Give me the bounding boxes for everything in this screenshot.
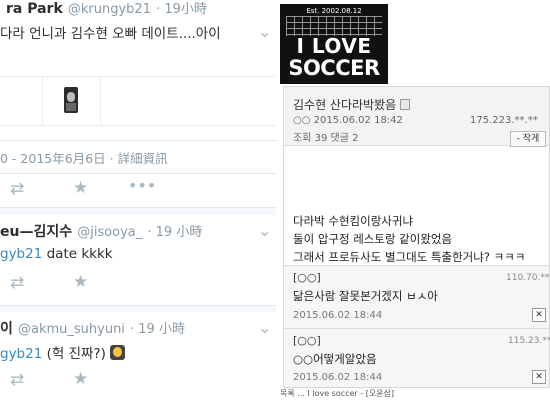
delete-comment-button[interactable]: ✕ xyxy=(532,370,546,384)
post-author[interactable]: ○○ xyxy=(293,115,310,126)
views-label: 조회 xyxy=(293,133,312,144)
comment: [○○] 110.70.**.** 닮은사람 잘못본거겠지 ㅂㅅ아 2015.0… xyxy=(284,265,550,328)
post-title[interactable]: 김수현 산다라박봤음 xyxy=(293,96,411,113)
favorite-star-icon[interactable]: ★ xyxy=(73,369,88,389)
logo-est-date: Est. 2002.08.12 xyxy=(306,7,362,15)
reply-tweet-1[interactable]: eu—김지수 @jisooya_ · 19 小時 ⌄ gyb21 date kk… xyxy=(0,215,276,305)
post-body-line: 둘이 압구정 레스토랑 같이왔었음 xyxy=(293,232,453,246)
post-datetime: 2015.06.02 18:42 xyxy=(313,115,403,126)
comment-text: ○○어떻게알았음 xyxy=(293,352,377,366)
i-love-soccer-logo[interactable]: Est. 2002.08.12 I LOVE SOCCER xyxy=(280,4,388,84)
shocked-emoji-icon xyxy=(110,345,126,360)
reply-time[interactable]: · 19 小時 xyxy=(130,322,185,337)
post-stats: 조회 39 댓글 2 xyxy=(293,129,358,144)
reply-text: gyb21 (헉 진짜?) xyxy=(0,342,126,362)
media-strip xyxy=(0,76,276,126)
post-title-text[interactable]: 김수현 산다라박봤음 xyxy=(293,98,396,112)
chevron-down-icon[interactable]: ⌄ xyxy=(258,318,271,337)
post-body-line: 그래서 프로듀사도 별그대도 특출한거냐? ㅋㅋㅋ xyxy=(293,250,526,264)
comment-text: 닮은사람 잘못본거겠지 ㅂㅅ아 xyxy=(293,289,438,303)
comments-label: 댓글 xyxy=(330,133,349,144)
comment-date: 2015.06.02 18:44 xyxy=(293,372,383,383)
image-attachment-icon xyxy=(400,99,411,110)
details-link[interactable]: · 詳細資訊 xyxy=(110,151,168,166)
post-meta: ○○ 2015.06.02 18:42 xyxy=(293,115,403,126)
more-icon[interactable]: ••• xyxy=(128,176,156,195)
reply-author-handle[interactable]: @jisooya_ xyxy=(77,225,142,240)
forum-panel: Est. 2002.08.12 I LOVE SOCCER 김수현 산다라박봤음… xyxy=(276,0,550,412)
retweet-icon[interactable]: ⇄ xyxy=(10,273,24,293)
tweet-author-handle[interactable]: @krungyb21 xyxy=(68,2,151,17)
small-view-button[interactable]: - 작게 xyxy=(510,131,546,147)
delete-comment-button[interactable]: ✕ xyxy=(532,308,546,322)
tweet-date: 0 - 2015年6月6日 xyxy=(0,151,106,166)
comment-ip: 115.23.**.** xyxy=(508,336,550,346)
reply-author-handle[interactable]: @akmu_suhyuni xyxy=(18,322,125,337)
reply-author-name[interactable]: 이 xyxy=(0,321,13,337)
chevron-down-icon[interactable]: ⌄ xyxy=(258,22,271,41)
comment-date: 2015.06.02 18:44 xyxy=(293,310,383,321)
views-count: 39 xyxy=(314,133,328,144)
logo-line-2: SOCCER xyxy=(288,56,380,80)
tweet-date-row: 0 - 2015年6月6日 · 詳細資訊 xyxy=(0,141,276,173)
tweet-actions: ⇄ ★ ••• xyxy=(0,174,276,207)
favorite-star-icon[interactable]: ★ xyxy=(73,272,88,292)
post-ip: 175.223.**.** xyxy=(470,115,538,126)
chevron-down-icon[interactable]: ⌄ xyxy=(258,221,271,240)
comment-ip: 110.70.**.** xyxy=(506,273,550,283)
post-header: 김수현 산다라박봤음 ○○ 2015.06.02 18:42 175.223.*… xyxy=(284,87,549,147)
reply-time[interactable]: · 19 小時 xyxy=(147,225,202,240)
forum-post: 김수현 산다라박봤음 ○○ 2015.06.02 18:42 175.223.*… xyxy=(283,86,550,388)
reply-text: gyb21 date kkkk xyxy=(0,246,113,262)
mention-link[interactable]: gyb21 xyxy=(0,246,42,262)
reply-body: date kkkk xyxy=(42,246,113,262)
retweet-icon[interactable]: ⇄ xyxy=(10,370,24,390)
favorite-star-icon[interactable]: ★ xyxy=(73,178,88,198)
tweet-time[interactable]: · 19小時 xyxy=(156,2,207,17)
media-thumbnail[interactable] xyxy=(64,87,78,113)
mention-link[interactable]: gyb21 xyxy=(0,346,42,362)
comment: [○○] 115.23.**.** ○○어떻게알았음 2015.06.02 18… xyxy=(284,328,550,387)
twitter-panel: ra Park @krungyb21 · 19小時 다라 언니과 김수현 오빠 … xyxy=(0,0,276,412)
retweet-icon[interactable]: ⇄ xyxy=(10,179,24,199)
tweet-main[interactable]: ra Park @krungyb21 · 19小時 다라 언니과 김수현 오빠 … xyxy=(0,0,276,140)
reply-author-name[interactable]: eu—김지수 xyxy=(0,224,72,240)
reply-body: (헉 진짜?) xyxy=(42,346,106,362)
logo-line-1: I LOVE xyxy=(296,34,372,58)
comment-author[interactable]: [○○] xyxy=(293,271,321,284)
comment-author[interactable]: [○○] xyxy=(293,334,321,347)
logo-net-pattern xyxy=(286,16,382,36)
reply-tweet-2[interactable]: 이 @akmu_suhyuni · 19 小時 ⌄ gyb21 (헉 진짜?) … xyxy=(0,312,276,412)
tweet-text: 다라 언니과 김수현 오빠 데이트....아이 xyxy=(0,26,221,42)
post-body-line: 다라박 수현킴이랑사귀냐 xyxy=(293,214,414,228)
forum-footer: 목록 ... I love soccer - [오윤삼] xyxy=(280,389,395,398)
comments-count: 2 xyxy=(352,133,359,144)
tweet-author-name[interactable]: ra Park xyxy=(6,1,63,17)
